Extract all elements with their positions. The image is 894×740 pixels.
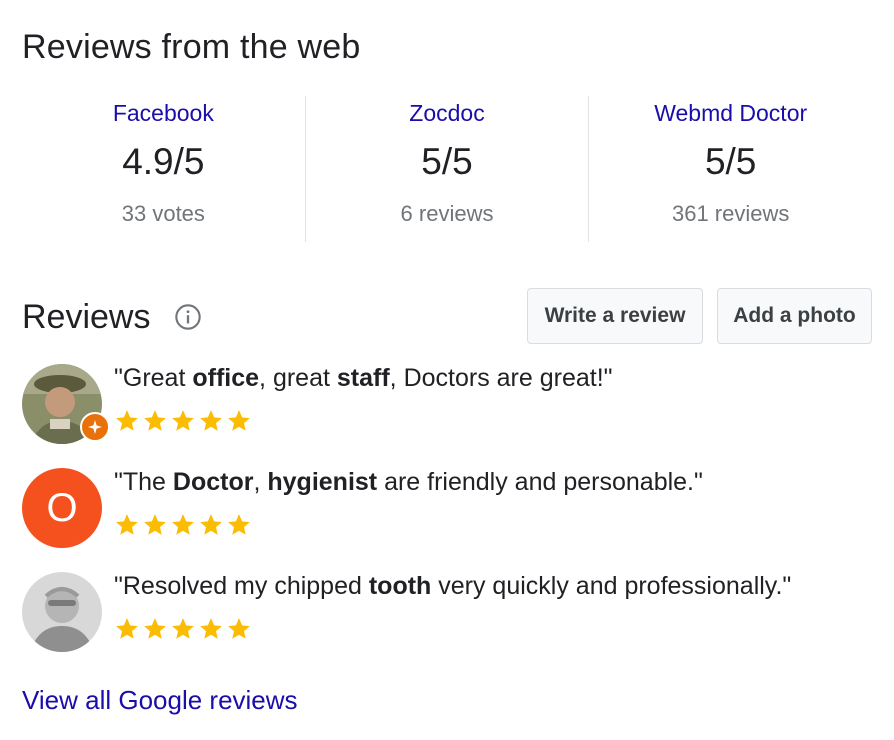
local-guide-badge-icon [80, 412, 110, 442]
source-count: 33 votes [121, 201, 205, 226]
review-text: "The Doctor, hygienist are friendly and … [114, 468, 703, 496]
review-sources: Facebook 4.9/5 33 votes Zocdoc 5/5 6 rev… [22, 96, 872, 242]
source-count: 361 reviews [671, 201, 790, 226]
source-facebook: Facebook 4.9/5 33 votes [22, 96, 305, 242]
star-icon [116, 410, 138, 431]
star-icon [116, 514, 138, 535]
info-icon[interactable] [174, 303, 202, 331]
star-icon [172, 514, 194, 535]
star-icon [200, 618, 222, 639]
source-zocdoc: Zocdoc 5/5 6 reviews [304, 96, 589, 242]
review-item: "Resolved my chipped tooth very quickly … [22, 572, 882, 656]
star-icon [116, 618, 138, 639]
add-photo-button[interactable]: Add a photo [717, 288, 872, 344]
star-icon [228, 410, 250, 431]
star-icon [144, 410, 166, 431]
star-icon [228, 618, 250, 639]
reviewer-photo-icon [22, 572, 102, 652]
star-icon [172, 618, 194, 639]
avatar: O [22, 468, 102, 548]
star-icon [144, 514, 166, 535]
avatar [22, 572, 102, 652]
reviews-from-web-title: Reviews from the web [22, 28, 361, 66]
reviews-header: Reviews Write a review Add a photo [22, 288, 872, 346]
source-rating: 4.9/5 [122, 141, 205, 182]
star-icon [200, 410, 222, 431]
source-rating: 5/5 [704, 141, 757, 182]
source-link[interactable]: Facebook [22, 100, 305, 127]
review-item: "Great office, great staff, Doctors are … [22, 364, 882, 448]
star-icon [200, 514, 222, 535]
review-item: O "The Doctor, hygienist are friendly an… [22, 468, 882, 552]
view-all-reviews-link[interactable]: View all Google reviews [22, 685, 298, 716]
source-webmd: Webmd Doctor 5/5 361 reviews [588, 96, 872, 242]
source-link[interactable]: Zocdoc [306, 100, 589, 127]
star-rating [114, 408, 252, 434]
source-link[interactable]: Webmd Doctor [589, 100, 872, 127]
star-rating [114, 616, 252, 642]
review-text: "Resolved my chipped tooth very quickly … [114, 572, 792, 600]
star-icon [144, 618, 166, 639]
source-count: 6 reviews [400, 201, 494, 226]
source-rating: 5/5 [421, 141, 473, 182]
reviews-title: Reviews [22, 298, 151, 336]
star-icon [228, 514, 250, 535]
write-review-button[interactable]: Write a review [527, 288, 703, 344]
star-icon [172, 410, 194, 431]
star-rating [114, 512, 252, 538]
review-text: "Great office, great staff, Doctors are … [114, 364, 613, 392]
